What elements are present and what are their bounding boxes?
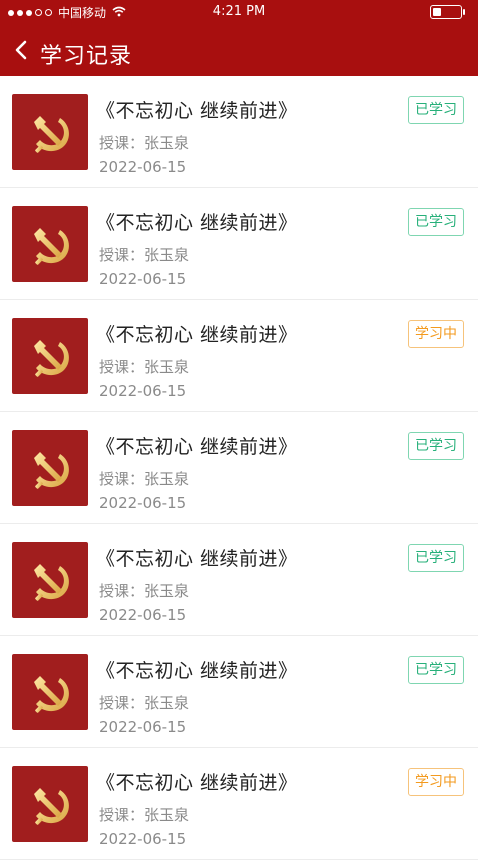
course-teacher: 授课：张玉泉 [99, 806, 190, 824]
course-thumbnail [12, 542, 88, 618]
course-date: 2022-06-15 [99, 718, 187, 736]
course-title: 《不忘初心 继续前进》 [96, 548, 298, 570]
course-title: 《不忘初心 继续前进》 [96, 772, 298, 794]
course-date: 2022-06-15 [99, 270, 187, 288]
page-title: 学习记录 [40, 44, 133, 69]
course-date: 2022-06-15 [99, 382, 187, 400]
course-teacher: 授课：张玉泉 [99, 694, 190, 712]
party-emblem-icon [34, 676, 69, 713]
chevron-left-icon [15, 40, 27, 60]
party-emblem-icon [34, 340, 69, 377]
record-item[interactable]: 《不忘初心 继续前进》 授课：张玉泉 2022-06-15 已学习 [0, 524, 478, 636]
course-teacher: 授课：张玉泉 [99, 470, 190, 488]
status-badge: 已学习 [408, 208, 464, 236]
course-thumbnail [12, 430, 88, 506]
course-title: 《不忘初心 继续前进》 [96, 212, 298, 234]
back-button[interactable] [8, 36, 36, 64]
course-title: 《不忘初心 继续前进》 [96, 324, 298, 346]
party-emblem-icon [34, 564, 69, 601]
record-item[interactable]: 《不忘初心 继续前进》 授课：张玉泉 2022-06-15 学习中 [0, 300, 478, 412]
course-thumbnail [12, 318, 88, 394]
course-date: 2022-06-15 [99, 158, 187, 176]
status-bar: 中国移动 4:21 PM [0, 0, 478, 22]
status-badge: 已学习 [408, 544, 464, 572]
status-badge: 学习中 [408, 768, 464, 796]
record-item[interactable]: 《不忘初心 继续前进》 授课：张玉泉 2022-06-15 已学习 [0, 188, 478, 300]
record-item[interactable]: 《不忘初心 继续前进》 授课：张玉泉 2022-06-15 已学习 [0, 76, 478, 188]
course-title: 《不忘初心 继续前进》 [96, 660, 298, 682]
course-title: 《不忘初心 继续前进》 [96, 436, 298, 458]
course-title: 《不忘初心 继续前进》 [96, 100, 298, 122]
course-thumbnail [12, 206, 88, 282]
course-thumbnail [12, 766, 88, 842]
course-thumbnail [12, 94, 88, 170]
course-date: 2022-06-15 [99, 606, 187, 624]
course-teacher: 授课：张玉泉 [99, 134, 190, 152]
app-header: 中国移动 4:21 PM 学习记录 [0, 0, 478, 76]
status-time: 4:21 PM [212, 4, 266, 19]
course-date: 2022-06-15 [99, 830, 187, 848]
status-badge: 已学习 [408, 96, 464, 124]
record-item[interactable]: 《不忘初心 继续前进》 授课：张玉泉 2022-06-15 学习中 [0, 748, 478, 860]
party-emblem-icon [34, 452, 69, 489]
status-badge: 已学习 [408, 656, 464, 684]
record-item[interactable]: 《不忘初心 继续前进》 授课：张玉泉 2022-06-15 已学习 [0, 412, 478, 524]
status-badge: 学习中 [408, 320, 464, 348]
course-teacher: 授课：张玉泉 [99, 582, 190, 600]
nav-bar: 学习记录 [0, 30, 478, 74]
course-date: 2022-06-15 [99, 494, 187, 512]
status-badge: 已学习 [408, 432, 464, 460]
record-list: 《不忘初心 继续前进》 授课：张玉泉 2022-06-15 已学习 《不忘初心 … [0, 76, 478, 860]
party-emblem-icon [34, 788, 69, 825]
course-teacher: 授课：张玉泉 [99, 358, 190, 376]
record-item[interactable]: 《不忘初心 继续前进》 授课：张玉泉 2022-06-15 已学习 [0, 636, 478, 748]
course-teacher: 授课：张玉泉 [99, 246, 190, 264]
course-thumbnail [12, 654, 88, 730]
party-emblem-icon [34, 116, 69, 153]
party-emblem-icon [34, 228, 69, 265]
battery-icon [430, 5, 465, 19]
